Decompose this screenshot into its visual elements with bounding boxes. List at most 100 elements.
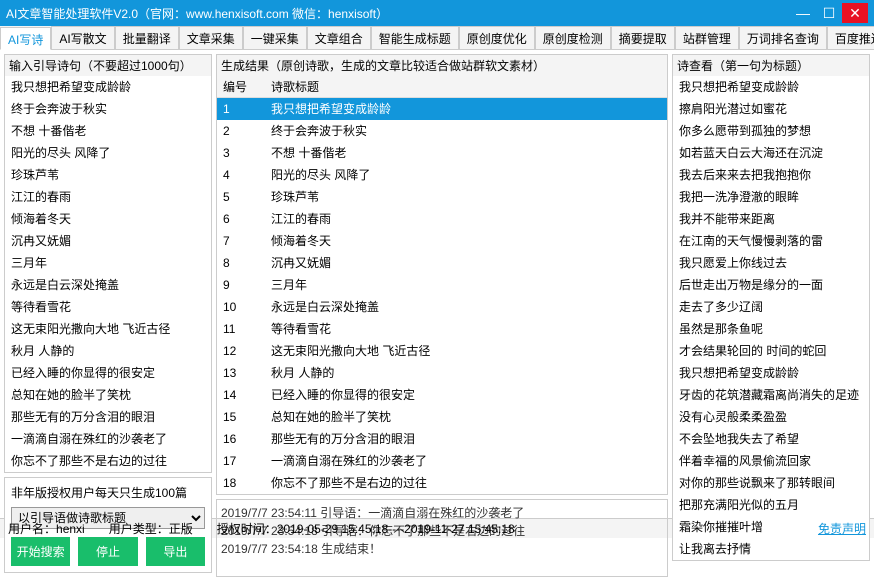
preview-line: 我只想把希望变成龄龄 [673, 76, 869, 98]
result-table-body[interactable]: 1我只想把希望变成龄龄2终于会奔波于秋实3不想 十番偕老4阳光的尽头 风降了5珍… [217, 98, 667, 494]
table-row[interactable]: 7倾海着冬天 [217, 230, 667, 252]
col-title-header: 诗歌标题 [265, 76, 667, 97]
cell-number: 6 [217, 208, 265, 230]
preview-line: 你多么愿带到孤独的梦想 [673, 120, 869, 142]
start-search-button[interactable]: 开始搜索 [11, 537, 70, 566]
result-table-header: 编号 诗歌标题 [217, 76, 667, 98]
table-row[interactable]: 9三月年 [217, 274, 667, 296]
tab-9[interactable]: 摘要提取 [611, 26, 675, 49]
cell-title: 这无束阳光撒向大地 飞近古径 [265, 340, 667, 362]
table-row[interactable]: 8沉冉又妩媚 [217, 252, 667, 274]
tab-1[interactable]: AI写散文 [51, 26, 114, 49]
cell-title: 永远是白云深处掩盖 [265, 296, 667, 318]
cell-number: 8 [217, 252, 265, 274]
tab-7[interactable]: 原创度优化 [459, 26, 535, 49]
preview-line: 把那充满阳光似的五月 [673, 494, 869, 516]
cell-number: 9 [217, 274, 265, 296]
input-line[interactable]: 总知在她的脸半了笑枕 [5, 384, 211, 406]
table-row[interactable]: 18你忘不了那些不是右边的过往 [217, 472, 667, 494]
input-line[interactable]: 阳光的尽头 风降了 [5, 142, 211, 164]
table-row[interactable]: 15总知在她的脸半了笑枕 [217, 406, 667, 428]
tab-8[interactable]: 原创度检测 [535, 26, 611, 49]
table-row[interactable]: 14已经入睡的你显得的很安定 [217, 384, 667, 406]
preview-line: 我只愿爱上你线过去 [673, 252, 869, 274]
cell-number: 14 [217, 384, 265, 406]
cell-title: 阳光的尽头 风降了 [265, 164, 667, 186]
cell-number: 2 [217, 120, 265, 142]
cell-number: 4 [217, 164, 265, 186]
input-line[interactable]: 我只想把希望变成龄龄 [5, 76, 211, 98]
cell-title: 等待看雪花 [265, 318, 667, 340]
table-row[interactable]: 13秋月 人静的 [217, 362, 667, 384]
export-button[interactable]: 导出 [146, 537, 205, 566]
tab-4[interactable]: 一键采集 [243, 26, 307, 49]
window-titlebar: AI文章智能处理软件V2.0（官网：www.henxisoft.com 微信：h… [0, 0, 874, 26]
window-title: AI文章智能处理软件V2.0（官网：www.henxisoft.com 微信：h… [6, 5, 790, 22]
cell-title: 秋月 人静的 [265, 362, 667, 384]
input-line[interactable]: 秋月 人静的 [5, 340, 211, 362]
cell-number: 12 [217, 340, 265, 362]
table-row[interactable]: 1我只想把希望变成龄龄 [217, 98, 667, 120]
input-line[interactable]: 珍珠芦苇 [5, 164, 211, 186]
cell-number: 16 [217, 428, 265, 450]
input-line[interactable]: 那些无有的万分含泪的眼泪 [5, 406, 211, 428]
preview-line: 对你的那些说飘来了那转眼间 [673, 472, 869, 494]
tab-10[interactable]: 站群管理 [675, 26, 739, 49]
preview-line: 没有心灵般柔柔盈盈 [673, 406, 869, 428]
table-row[interactable]: 6江江的春雨 [217, 208, 667, 230]
input-line[interactable]: 这无束阳光撒向大地 飞近古径 [5, 318, 211, 340]
cell-title: 已经入睡的你显得的很安定 [265, 384, 667, 406]
input-line[interactable]: 不想 十番偕老 [5, 120, 211, 142]
preview-line: 不会坠地我失去了希望 [673, 428, 869, 450]
tab-5[interactable]: 文章组合 [307, 26, 371, 49]
preview-lines-list[interactable]: 我只想把希望变成龄龄擦肩阳光潜过如蜜花你多么愿带到孤独的梦想如若蓝天白云大海还在… [673, 76, 869, 560]
table-row[interactable]: 10永远是白云深处掩盖 [217, 296, 667, 318]
input-line[interactable]: 永远是白云深处掩盖 [5, 274, 211, 296]
input-lines-list[interactable]: 我只想把希望变成龄龄终于会奔波于秋实不想 十番偕老阳光的尽头 风降了珍珠芦苇江江… [5, 76, 211, 472]
table-row[interactable]: 2终于会奔波于秋实 [217, 120, 667, 142]
table-row[interactable]: 5珍珠芦苇 [217, 186, 667, 208]
log-line: 2019/7/7 23:54:18 生成结束！ [221, 540, 663, 558]
main-tabs: AI写诗AI写散文批量翻译文章采集一键采集文章组合智能生成标题原创度优化原创度检… [0, 26, 874, 50]
tab-0[interactable]: AI写诗 [0, 27, 51, 50]
cell-title: 我只想把希望变成龄龄 [265, 98, 667, 120]
table-row[interactable]: 16那些无有的万分含泪的眼泪 [217, 428, 667, 450]
close-button[interactable]: ✕ [842, 3, 868, 23]
preview-line: 后世走出万物是缘分的一面 [673, 274, 869, 296]
preview-line: 擦肩阳光潜过如蜜花 [673, 98, 869, 120]
tab-3[interactable]: 文章采集 [179, 26, 243, 49]
preview-line: 虽然是那条鱼呢 [673, 318, 869, 340]
input-line[interactable]: 等待看雪花 [5, 296, 211, 318]
preview-line: 我把一洗净澄澈的眼眸 [673, 186, 869, 208]
input-line[interactable]: 倾海着冬天 [5, 208, 211, 230]
preview-line: 才会结果轮回的 时间的蛇回 [673, 340, 869, 362]
result-panel-title: 生成结果（原创诗歌，生成的文章比较适合做站群软文素材） [217, 55, 667, 76]
status-auth: 授权时间：2019-05-29 15:45:18----2019-11-27 1… [217, 520, 515, 537]
tab-11[interactable]: 万词排名查询 [739, 26, 827, 49]
maximize-button[interactable]: ☐ [816, 3, 842, 23]
cell-title: 一滴滴自溺在殊红的沙袭老了 [265, 450, 667, 472]
table-row[interactable]: 17一滴滴自溺在殊红的沙袭老了 [217, 450, 667, 472]
input-line[interactable]: 终于会奔波于秋实 [5, 98, 211, 120]
input-line[interactable]: 三月年 [5, 252, 211, 274]
table-row[interactable]: 4阳光的尽头 风降了 [217, 164, 667, 186]
tab-12[interactable]: 百度推送 [827, 26, 874, 49]
input-line[interactable]: 已经入睡的你显得的很安定 [5, 362, 211, 384]
minimize-button[interactable]: — [790, 3, 816, 23]
cell-title: 总知在她的脸半了笑枕 [265, 406, 667, 428]
preview-panel-title: 诗查看（第一句为标题） [673, 55, 869, 76]
input-line[interactable]: 一滴滴自溺在殊红的沙袭老了 [5, 428, 211, 450]
input-line[interactable]: 沉冉又妩媚 [5, 230, 211, 252]
disclaimer-link[interactable]: 免责声明 [818, 520, 866, 537]
cell-title: 终于会奔波于秋实 [265, 120, 667, 142]
tab-6[interactable]: 智能生成标题 [371, 26, 459, 49]
table-row[interactable]: 3不想 十番偕老 [217, 142, 667, 164]
table-row[interactable]: 12这无束阳光撒向大地 飞近古径 [217, 340, 667, 362]
input-line[interactable]: 江江的春雨 [5, 186, 211, 208]
input-line[interactable]: 你忘不了那些不是右边的过往 [5, 450, 211, 472]
cell-title: 沉冉又妩媚 [265, 252, 667, 274]
stop-button[interactable]: 停止 [78, 537, 137, 566]
col-number-header: 编号 [217, 76, 265, 97]
tab-2[interactable]: 批量翻译 [115, 26, 179, 49]
table-row[interactable]: 11等待看雪花 [217, 318, 667, 340]
